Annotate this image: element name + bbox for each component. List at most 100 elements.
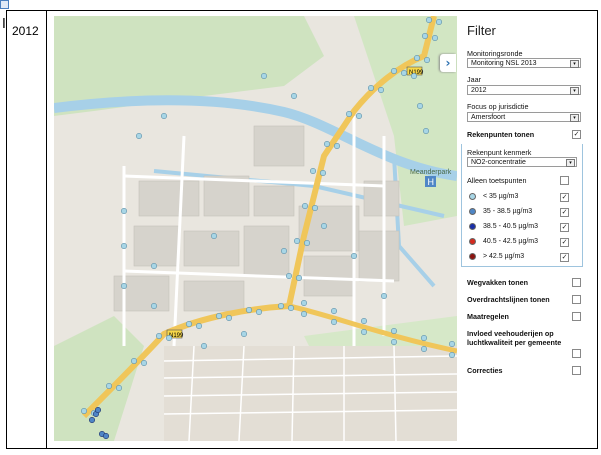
measurement-point[interactable] [435, 18, 442, 26]
measurement-point[interactable] [400, 69, 407, 76]
measurement-point[interactable] [246, 306, 253, 313]
measurement-point[interactable] [115, 384, 122, 391]
correcties-checkbox[interactable] [572, 366, 581, 375]
measurement-point[interactable] [311, 205, 318, 212]
measurement-point[interactable] [80, 407, 87, 414]
measurement-point[interactable] [294, 238, 301, 245]
collapse-panel-button[interactable]: › [440, 54, 456, 72]
measurement-point[interactable] [105, 382, 112, 389]
measurement-point[interactable] [416, 103, 423, 110]
measurement-point[interactable] [151, 263, 158, 270]
measurement-point[interactable] [156, 332, 163, 339]
legend-checkbox-35-38[interactable]: ✓ [560, 208, 569, 217]
measurement-point[interactable] [186, 320, 193, 327]
measurement-point[interactable] [330, 318, 337, 325]
measurement-point[interactable] [421, 32, 428, 39]
measurement-point[interactable] [121, 208, 128, 215]
measurement-point[interactable] [216, 312, 223, 319]
measurement-point[interactable] [226, 314, 233, 321]
measurement-point[interactable] [377, 87, 384, 94]
measurement-point[interactable] [121, 282, 128, 289]
rekenpunten-label: Rekenpunten tonen [467, 130, 535, 139]
measurement-point[interactable] [448, 340, 455, 347]
measurement-point[interactable] [360, 317, 367, 324]
maatregelen-checkbox[interactable] [572, 312, 581, 321]
measurement-point[interactable] [94, 406, 101, 413]
measurement-point[interactable] [302, 203, 309, 210]
monitoringsronde-select[interactable]: Monitoring NSL 2013 ▾ [467, 58, 581, 68]
measurement-point[interactable] [211, 233, 218, 240]
resize-handle-icon[interactable] [0, 0, 9, 9]
measurement-point[interactable] [256, 308, 263, 315]
chevron-down-icon[interactable]: ▾ [570, 60, 579, 68]
measurement-point[interactable] [309, 168, 316, 175]
measurement-point[interactable] [241, 330, 248, 337]
measurement-point[interactable] [425, 16, 432, 24]
measurement-point[interactable] [141, 359, 148, 366]
measurement-point[interactable] [320, 223, 327, 230]
measurement-point[interactable] [304, 240, 311, 247]
measurement-point[interactable] [319, 170, 326, 177]
measurement-point[interactable] [420, 334, 427, 341]
monitoringsronde-value: Monitoring NSL 2013 [471, 60, 537, 67]
legend-checkbox-40-42[interactable]: ✓ [560, 238, 569, 247]
measurement-point[interactable] [350, 253, 357, 260]
measurement-point[interactable] [136, 133, 143, 140]
measurement-point[interactable] [423, 56, 430, 63]
map-canvas[interactable]: H Meanderpark N199 N199 [54, 16, 457, 441]
legend-checkbox-38-40[interactable]: ✓ [560, 223, 569, 232]
measurement-point[interactable] [278, 302, 285, 309]
measurement-point[interactable] [390, 67, 397, 74]
measurement-point[interactable] [420, 345, 427, 352]
measurement-point[interactable] [296, 274, 303, 281]
measurement-point[interactable] [410, 72, 417, 79]
measurement-point[interactable] [121, 243, 128, 250]
measurement-point[interactable] [333, 143, 340, 150]
measurement-point[interactable] [355, 113, 362, 120]
measurement-point[interactable] [448, 351, 455, 358]
measurement-point[interactable] [367, 85, 374, 92]
wegvakken-checkbox[interactable] [572, 278, 581, 287]
measurement-point[interactable] [291, 93, 298, 100]
measurement-point[interactable] [330, 307, 337, 314]
measurement-point[interactable] [390, 327, 397, 334]
measurement-point[interactable] [413, 54, 420, 61]
measurement-point[interactable] [88, 416, 95, 423]
legend-label-lt35: < 35 µg/m3 [483, 193, 519, 200]
measurement-point[interactable] [131, 357, 138, 364]
wegvakken-label: Wegvakken tonen [467, 278, 528, 287]
jurisdictie-select[interactable]: Amersfoort ▾ [467, 112, 581, 122]
measurement-point[interactable] [422, 128, 429, 135]
chevron-down-icon[interactable]: ▾ [566, 159, 575, 167]
measurement-point[interactable] [301, 310, 308, 317]
jaar-select[interactable]: 2012 ▾ [467, 85, 581, 95]
measurement-point[interactable] [323, 141, 330, 148]
measurement-point[interactable] [102, 432, 109, 439]
rekenpunten-checkbox[interactable]: ✓ [572, 130, 581, 139]
measurement-point[interactable] [166, 334, 173, 341]
measurement-point[interactable] [431, 34, 438, 41]
measurement-point[interactable] [196, 322, 203, 329]
measurement-point[interactable] [286, 272, 293, 279]
measurement-point[interactable] [151, 302, 158, 309]
map-view[interactable]: H Meanderpark N199 N199 [54, 16, 457, 441]
measurement-point[interactable] [261, 72, 268, 79]
chevron-down-icon[interactable]: ▾ [570, 87, 579, 95]
measurement-point[interactable] [288, 304, 295, 311]
legend-checkbox-lt35[interactable]: ✓ [560, 193, 569, 202]
measurement-point[interactable] [281, 248, 288, 255]
measurement-point[interactable] [360, 328, 367, 335]
measurement-point[interactable] [390, 338, 397, 345]
measurement-point[interactable] [161, 113, 168, 120]
chevron-down-icon[interactable]: ▾ [570, 114, 579, 122]
measurement-point[interactable] [201, 342, 208, 349]
measurement-point[interactable] [301, 299, 308, 306]
measurement-point[interactable] [345, 111, 352, 118]
invloed-label-line1: Invloed veehouderijen op [467, 329, 554, 338]
legend-checkbox-gt42[interactable]: ✓ [560, 253, 569, 262]
toetspunten-checkbox[interactable] [560, 176, 569, 185]
kenmerk-select[interactable]: NO2-concentratie ▾ [467, 157, 577, 167]
invloed-checkbox[interactable] [572, 349, 581, 358]
measurement-point[interactable] [380, 292, 387, 299]
overdracht-checkbox[interactable] [572, 295, 581, 304]
